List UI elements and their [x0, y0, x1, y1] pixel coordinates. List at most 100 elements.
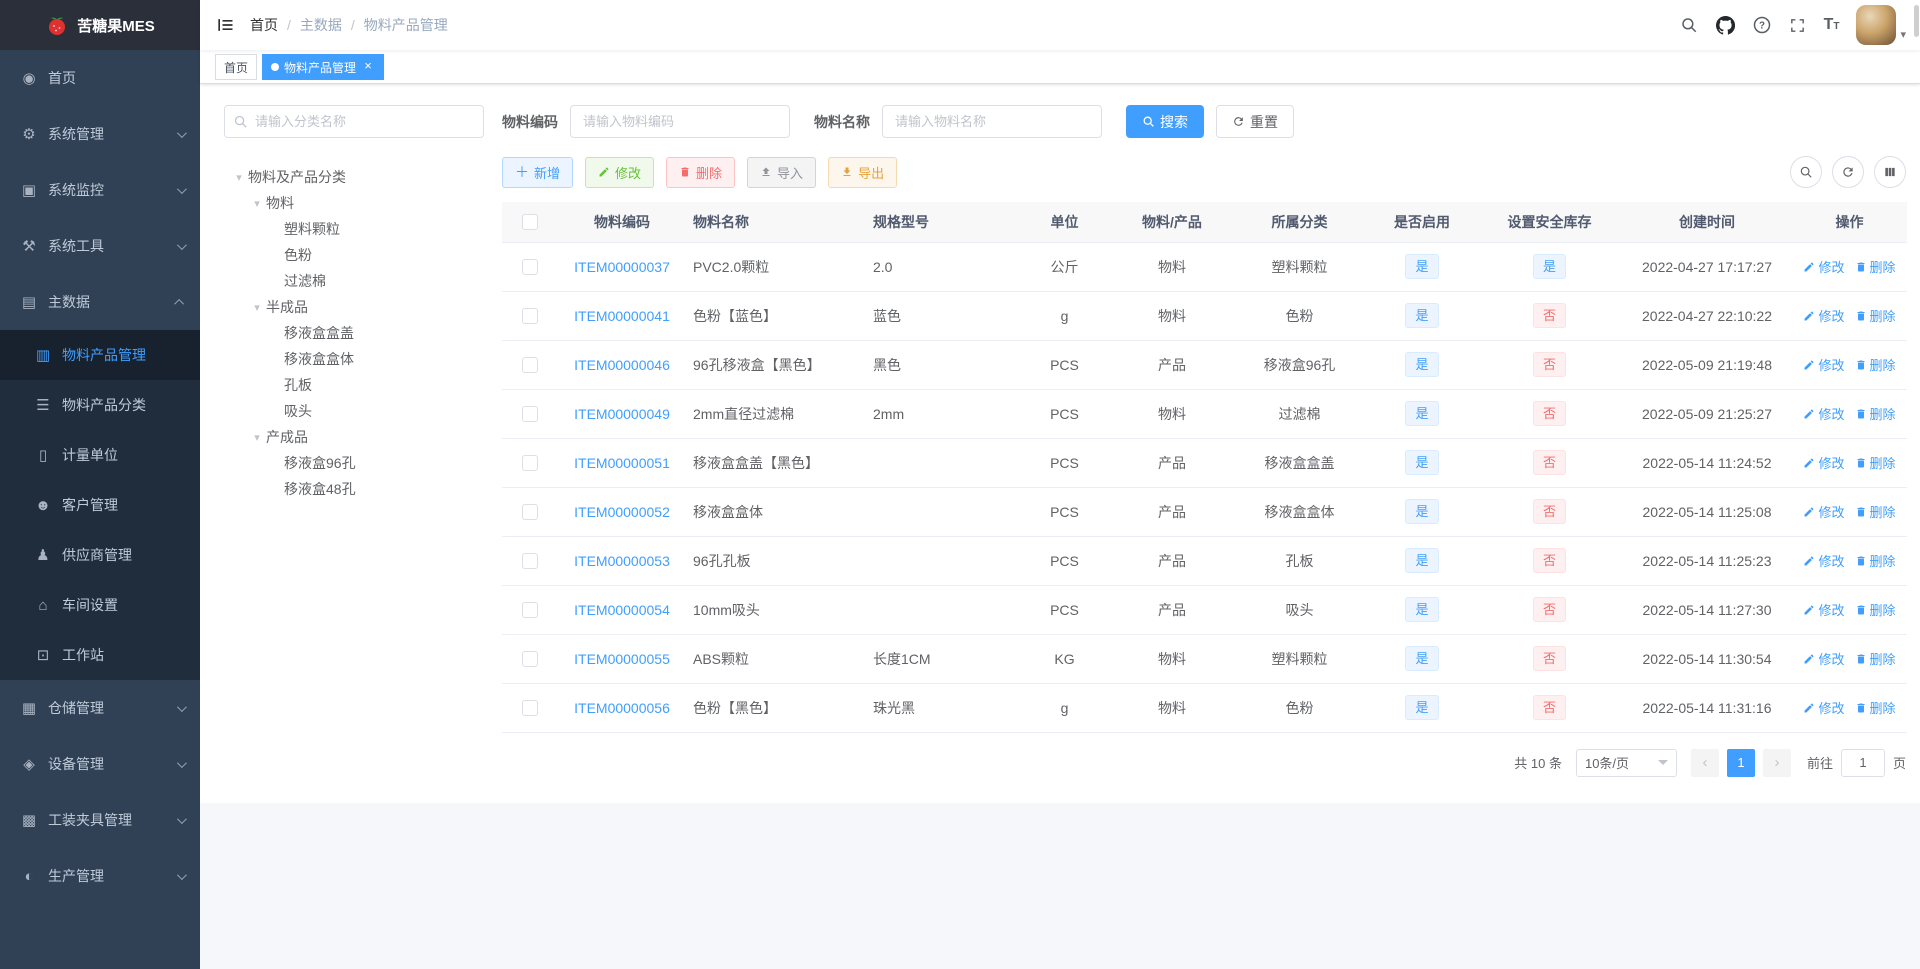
row-edit-button[interactable]: 修改	[1803, 698, 1845, 717]
table-row[interactable]: ITEM00000055 ABS颗粒 长度1CM KG 物料 塑料颗粒 是 否 …	[502, 634, 1907, 684]
row-edit-button[interactable]: 修改	[1803, 502, 1845, 521]
page-number-button[interactable]: 1	[1726, 748, 1755, 777]
row-edit-button[interactable]: 修改	[1803, 551, 1845, 570]
row-checkbox[interactable]	[521, 357, 538, 374]
delete-button[interactable]: 删除	[666, 156, 736, 188]
tree-node[interactable]: ▾ 移液盒48孔	[224, 476, 484, 502]
reset-button[interactable]: 重置	[1216, 105, 1294, 138]
row-edit-button[interactable]: 修改	[1803, 306, 1845, 325]
prev-page-button[interactable]: ‹	[1690, 748, 1719, 777]
row-edit-button[interactable]: 修改	[1803, 453, 1845, 472]
tree-node[interactable]: ▾ 塑料颗粒	[224, 216, 484, 242]
tab-home[interactable]: 首页	[215, 54, 258, 80]
sidebar-item[interactable]: ⚙ 系统管理	[0, 106, 200, 162]
row-delete-button[interactable]: 删除	[1855, 551, 1896, 570]
table-row[interactable]: ITEM00000051 移液盒盒盖【黑色】 PCS 产品 移液盒盒盖 是 否 …	[502, 438, 1907, 488]
add-button[interactable]: ＋新增	[502, 156, 574, 188]
tree-node[interactable]: ▾ 吸头	[224, 398, 484, 424]
row-checkbox[interactable]	[521, 308, 538, 325]
item-code-link[interactable]: ITEM00000054	[574, 602, 670, 618]
sidebar-item[interactable]: ▣ 系统监控	[0, 162, 200, 218]
table-row[interactable]: ITEM00000049 2mm直径过滤棉 2mm PCS 物料 过滤棉 是 否…	[502, 389, 1907, 439]
sidebar-item[interactable]: ◐ 生产管理	[0, 848, 200, 904]
row-delete-button[interactable]: 删除	[1855, 355, 1896, 374]
row-delete-button[interactable]: 删除	[1855, 257, 1896, 276]
search-icon[interactable]	[1671, 0, 1707, 50]
tree-node[interactable]: ▾ 移液盒盒盖	[224, 320, 484, 346]
row-delete-button[interactable]: 删除	[1855, 502, 1896, 521]
fullscreen-icon[interactable]	[1780, 0, 1815, 50]
row-checkbox[interactable]	[521, 504, 538, 521]
sidebar-item[interactable]: ▦ 仓储管理	[0, 680, 200, 736]
scrollbar[interactable]	[1914, 5, 1919, 37]
tree-node[interactable]: ▾ 移液盒96孔	[224, 450, 484, 476]
row-checkbox[interactable]	[521, 455, 538, 472]
tree-node[interactable]: ▾ 移液盒盒体	[224, 346, 484, 372]
row-checkbox[interactable]	[521, 700, 538, 717]
tree-expand-icon[interactable]: ▾	[248, 431, 266, 444]
row-checkbox[interactable]	[521, 651, 538, 668]
columns-toggle-button[interactable]	[1874, 156, 1906, 188]
row-delete-button[interactable]: 删除	[1855, 649, 1896, 668]
row-checkbox[interactable]	[521, 406, 538, 423]
select-all-checkbox[interactable]	[521, 214, 538, 231]
search-button[interactable]: 搜索	[1126, 105, 1204, 138]
user-menu[interactable]: ▾	[1856, 5, 1906, 45]
row-edit-button[interactable]: 修改	[1803, 404, 1845, 423]
sidebar-item[interactable]: ⊡ 工作站	[0, 630, 200, 680]
sidebar-item[interactable]: ⚒ 系统工具	[0, 218, 200, 274]
code-filter-input[interactable]	[570, 105, 790, 138]
item-code-link[interactable]: ITEM00000052	[574, 504, 670, 520]
item-code-link[interactable]: ITEM00000041	[574, 308, 670, 324]
tree-node[interactable]: ▾ 物料	[224, 190, 484, 216]
row-edit-button[interactable]: 修改	[1803, 257, 1845, 276]
tab-material-product-management[interactable]: 物料产品管理 ×	[262, 54, 385, 80]
sidebar-item[interactable]: ◈ 设备管理	[0, 736, 200, 792]
sidebar-item[interactable]: ♟ 供应商管理	[0, 530, 200, 580]
tree-node[interactable]: ▾ 孔板	[224, 372, 484, 398]
sidebar-item[interactable]: ☰ 物料产品分类	[0, 380, 200, 430]
item-code-link[interactable]: ITEM00000056	[574, 700, 670, 716]
page-size-select[interactable]: 10条/页	[1575, 748, 1677, 777]
row-delete-button[interactable]: 删除	[1855, 453, 1896, 472]
row-edit-button[interactable]: 修改	[1803, 600, 1845, 619]
table-row[interactable]: ITEM00000037 PVC2.0颗粒 2.0 公斤 物料 塑料颗粒 是 是…	[502, 242, 1907, 292]
goto-page-input[interactable]	[1840, 748, 1885, 777]
item-code-link[interactable]: ITEM00000049	[574, 406, 670, 422]
refresh-button[interactable]	[1832, 156, 1864, 188]
edit-button[interactable]: 修改	[585, 156, 655, 188]
item-code-link[interactable]: ITEM00000055	[574, 651, 670, 667]
table-row[interactable]: ITEM00000053 96孔孔板 PCS 产品 孔板 是 否 2022-05…	[502, 536, 1907, 586]
table-row[interactable]: ITEM00000041 色粉【蓝色】 蓝色 g 物料 色粉 是 否 2022-…	[502, 291, 1907, 341]
github-icon[interactable]	[1707, 0, 1744, 50]
sidebar-item[interactable]: ▤ 主数据	[0, 274, 200, 330]
breadcrumb-home[interactable]: 首页	[250, 15, 278, 35]
row-delete-button[interactable]: 删除	[1855, 404, 1896, 423]
tree-expand-icon[interactable]: ▾	[230, 171, 248, 184]
tree-node[interactable]: ▾ 半成品	[224, 294, 484, 320]
font-size-icon[interactable]: TT	[1815, 0, 1849, 50]
hamburger-icon[interactable]	[200, 0, 250, 50]
table-row[interactable]: ITEM00000054 10mm吸头 PCS 产品 吸头 是 否 2022-0…	[502, 585, 1907, 635]
category-search-input[interactable]	[224, 105, 484, 138]
table-row[interactable]: ITEM00000056 色粉【黑色】 珠光黑 g 物料 色粉 是 否 2022…	[502, 683, 1907, 733]
sidebar-item[interactable]: ▩ 工装夹具管理	[0, 792, 200, 848]
item-code-link[interactable]: ITEM00000046	[574, 357, 670, 373]
tree-node[interactable]: ▾ 产成品	[224, 424, 484, 450]
tree-expand-icon[interactable]: ▾	[248, 197, 266, 210]
sidebar-item[interactable]: ▥ 物料产品管理	[0, 330, 200, 380]
tree-node[interactable]: ▾ 物料及产品分类	[224, 164, 484, 190]
item-code-link[interactable]: ITEM00000053	[574, 553, 670, 569]
row-checkbox[interactable]	[521, 553, 538, 570]
row-edit-button[interactable]: 修改	[1803, 355, 1845, 374]
sidebar-item[interactable]: ☻ 客户管理	[0, 480, 200, 530]
table-row[interactable]: ITEM00000052 移液盒盒体 PCS 产品 移液盒盒体 是 否 2022…	[502, 487, 1907, 537]
name-filter-input[interactable]	[882, 105, 1102, 138]
close-icon[interactable]: ×	[361, 59, 375, 74]
export-button[interactable]: 导出	[828, 156, 898, 188]
row-checkbox[interactable]	[521, 259, 538, 276]
next-page-button[interactable]: ›	[1762, 748, 1791, 777]
avatar[interactable]	[1856, 5, 1897, 45]
help-icon[interactable]: ?	[1744, 0, 1780, 50]
row-checkbox[interactable]	[521, 602, 538, 619]
